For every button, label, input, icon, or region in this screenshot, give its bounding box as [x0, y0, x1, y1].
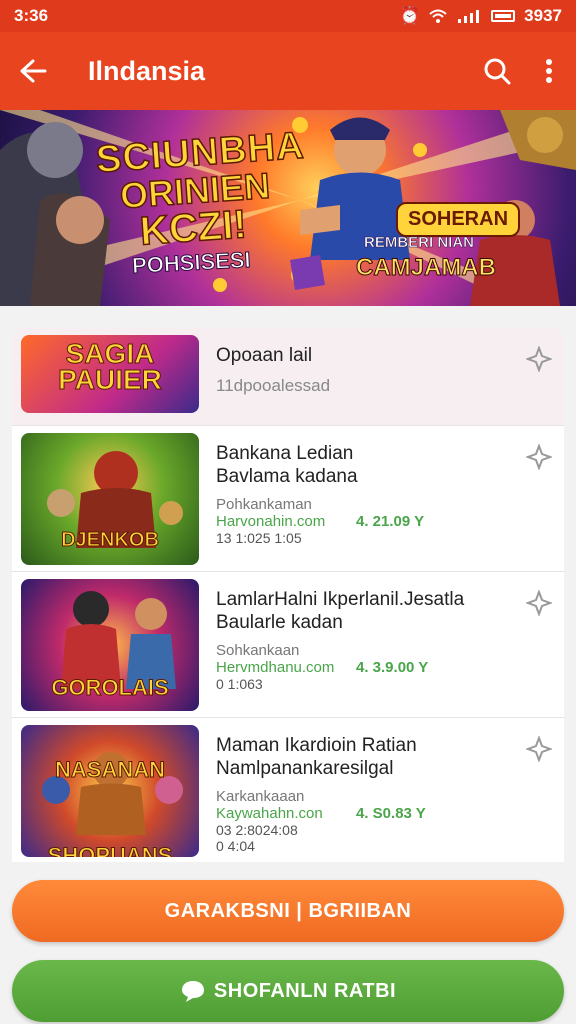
chat-icon [181, 981, 204, 1002]
game-thumbnail: NASANAN SHOPUANS [21, 725, 199, 857]
arrow-left-icon [20, 59, 47, 83]
banner-badge: SOHERAN [396, 202, 521, 237]
status-icons: ⏰ 3937 [399, 6, 562, 26]
item-title: Bankana Ledian Bavlama kadana [216, 443, 358, 487]
game-thumbnail: DJENKOB [21, 433, 199, 565]
star-icon[interactable] [526, 346, 552, 372]
promo-banner[interactable]: SCIUNBHA ORINIEN KCZI! POHSISESI SOHERAN… [0, 110, 576, 306]
app-bar: Ilndansia [0, 32, 576, 110]
item-link[interactable]: Kaywahahn.con [216, 805, 323, 822]
thumbnail-label: SAGIA PAUIER [58, 338, 163, 395]
game-list: SAGIA PAUIER Opoaan lail 11dpooalessad D… [12, 328, 564, 862]
status-time: 3:36 [14, 6, 49, 25]
more-vertical-icon [546, 59, 552, 83]
list-item[interactable]: NASANAN SHOPUANS Maman Ikardioin Ratian … [12, 718, 564, 862]
item-date-primary: 03 2:8024:08 [216, 822, 298, 838]
battery-text: 3937 [524, 6, 562, 25]
star-icon[interactable] [526, 590, 552, 616]
banner-headline-3: KCZI! [138, 202, 249, 255]
item-meta: Karkankaaan Kaywahahn.con [216, 788, 323, 822]
search-button[interactable] [472, 57, 522, 85]
item-price: 4. S0.83 Y [356, 805, 426, 822]
signal-icon [458, 10, 480, 23]
item-meta: Sohkankaan Hervmdhanu.com [216, 642, 334, 676]
list-item[interactable]: GOROLAIS LamlarHalni Ikperlanil.Jesatla … [12, 572, 564, 718]
page-title: Ilndansia [88, 55, 206, 86]
item-publisher: Pohkankaman [216, 496, 312, 513]
banner-caption: REMBERI NIAN [364, 234, 475, 252]
chat-action-button[interactable]: SHOFANLN RATBI [12, 960, 564, 1022]
item-publisher: Karkankaaan [216, 788, 305, 805]
game-thumbnail: SAGIA PAUIER [21, 335, 199, 413]
banner-badge-text: SOHERAN [396, 202, 521, 237]
battery-icon [491, 10, 516, 22]
banner-caption-title: CAMJAMAB [356, 254, 497, 282]
primary-action-button[interactable]: GARAKBSNI | BGRIIBAN [12, 880, 564, 942]
item-link[interactable]: Hervmdhanu.com [216, 659, 334, 676]
alarm-icon: ⏰ [399, 6, 421, 25]
thumbnail-label: GOROLAIS [51, 675, 169, 701]
item-price: 4. 21.09 Y [356, 513, 425, 530]
thumbnail-label: DJENKOB [61, 529, 160, 552]
more-options-button[interactable] [522, 58, 576, 84]
thumbnail-label: NASANAN SHOPUANS [47, 757, 173, 858]
item-title: LamlarHalni Ikperlanil.Jesatla Baularle … [216, 589, 465, 633]
back-button[interactable] [0, 32, 66, 110]
wifi-icon [429, 9, 447, 23]
item-price: 4. 3.9.00 Y [356, 659, 429, 676]
star-icon[interactable] [526, 444, 552, 470]
item-subtitle: 11dpooalessad [216, 376, 331, 395]
item-date: 03 2:8024:08 0 4:04 [216, 822, 298, 854]
list-item[interactable]: SAGIA PAUIER Opoaan lail 11dpooalessad [12, 328, 564, 426]
star-icon[interactable] [526, 736, 552, 762]
list-item[interactable]: DJENKOB Bankana Ledian Bavlama kadana Po… [12, 426, 564, 572]
item-publisher: Sohkankaan [216, 642, 300, 659]
item-title: Maman Ikardioin Ratian Namlpanankaresilg… [216, 735, 417, 779]
item-meta: Pohkankaman Harvonahin.com [216, 496, 325, 530]
item-date: 0 1:063 [216, 676, 263, 692]
item-date-secondary: 0 4:04 [216, 838, 255, 854]
item-link[interactable]: Harvonahin.com [216, 513, 325, 530]
item-title: Opoaan lail [216, 345, 313, 366]
chat-action-label: SHOFANLN RATBI [213, 979, 397, 1002]
item-date: 13 1:025 1:05 [216, 530, 302, 546]
primary-action-label: GARAKBSNI | BGRIIBAN [164, 899, 412, 922]
game-thumbnail: GOROLAIS [21, 579, 199, 711]
status-bar: 3:36 ⏰ 3937 [0, 0, 576, 32]
search-icon [484, 58, 511, 85]
